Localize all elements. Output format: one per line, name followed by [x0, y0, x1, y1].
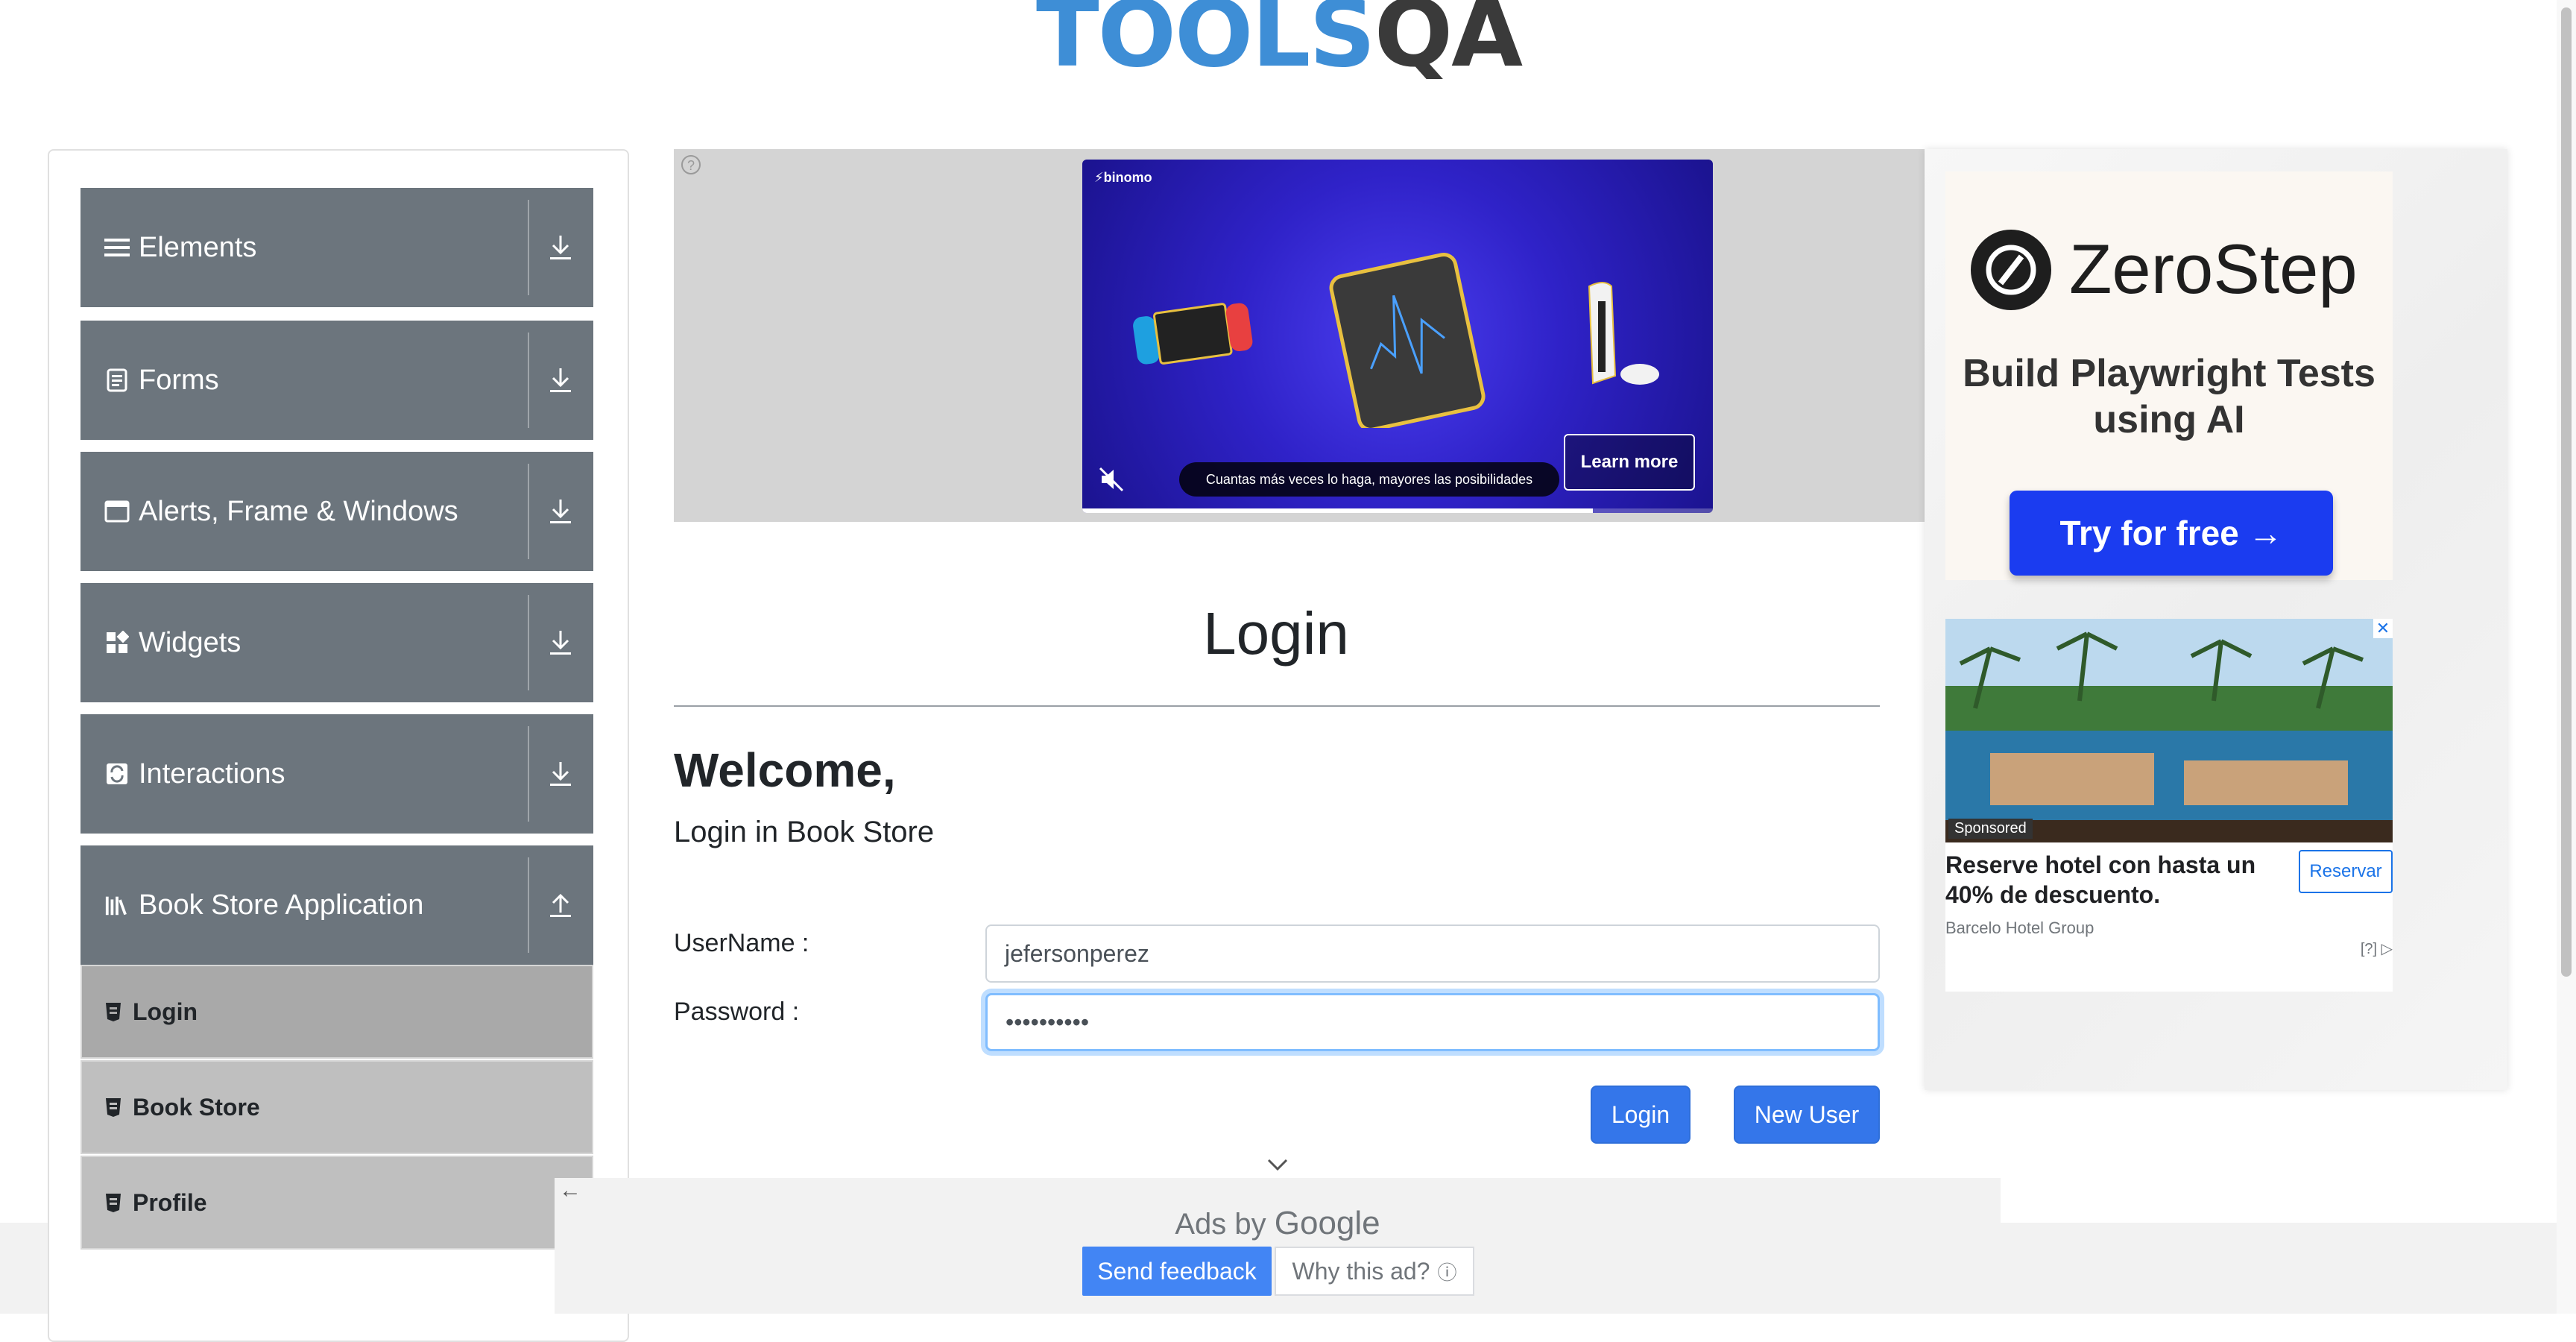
form-icon — [104, 368, 130, 393]
username-label: UserName : — [674, 929, 809, 957]
sidebar-item-label: Login — [133, 998, 198, 1025]
chevron-down-icon[interactable] — [1264, 1154, 1291, 1175]
login-subtitle: Login in Book Store — [674, 816, 935, 848]
sidebar-group-elements[interactable]: Elements — [80, 188, 593, 307]
bottom-ad-overlay: ← Ads by Google Send feedback Why this a… — [555, 1178, 2001, 1314]
download-icon[interactable] — [543, 625, 578, 661]
mute-icon[interactable] — [1097, 465, 1126, 494]
sidebar-item-label: Profile — [133, 1189, 207, 1216]
info-icon: ⓘ — [1437, 1261, 1457, 1284]
window-icon — [104, 499, 130, 524]
page-title: Login — [1203, 600, 1349, 667]
download-icon[interactable] — [543, 230, 578, 265]
title-divider — [674, 705, 1880, 707]
sidebar-group-label: Elements — [139, 232, 257, 263]
books-icon — [104, 892, 130, 918]
scrollbar-thumb[interactable] — [2561, 7, 2572, 977]
download-icon[interactable] — [543, 494, 578, 529]
sidebar-group-alerts[interactable]: Alerts, Frame & Windows — [80, 452, 593, 571]
right-ad-column[interactable]: ZeroStep Build Playwright Tests using AI… — [1925, 149, 2507, 1090]
sidebar-item-label: Book Store — [133, 1094, 260, 1121]
divider — [528, 333, 529, 428]
zerostep-ad[interactable]: ZeroStep Build Playwright Tests using AI… — [1945, 171, 2393, 580]
tablet-image — [1329, 252, 1486, 428]
html5-icon — [106, 1194, 121, 1212]
logo-qa-text: QA — [1374, 0, 1523, 88]
video-progress-fill — [1082, 508, 1594, 513]
username-input[interactable]: jefersonperez — [985, 924, 1880, 983]
learn-more-button[interactable]: Learn more — [1564, 434, 1695, 491]
download-icon[interactable] — [543, 756, 578, 792]
sidebar-group-label: Alerts, Frame & Windows — [139, 496, 458, 527]
password-value: •••••••••• — [1006, 1008, 1090, 1036]
try-for-free-button[interactable]: Try for free → — [2010, 491, 2333, 576]
widgets-icon — [104, 630, 130, 655]
google-logo-text: Google — [1274, 1205, 1380, 1241]
video-progress[interactable] — [1082, 508, 1713, 513]
new-user-button[interactable]: New User — [1734, 1086, 1880, 1144]
welcome-heading: Welcome, — [674, 743, 896, 797]
username-value: jefersonperez — [1005, 939, 1149, 967]
divider — [528, 857, 529, 953]
video-ad[interactable]: ⚡binomo Cuantas más veces lo haga, mayor… — [1082, 160, 1713, 513]
hotel-ad-title[interactable]: Reserve hotel con hasta un 40% de descue… — [1945, 850, 2273, 910]
login-button[interactable]: Login — [1591, 1086, 1690, 1144]
hotel-ad-brand[interactable]: Barcelo Hotel Group — [1945, 919, 2094, 938]
why-this-ad-button[interactable]: Why this ad? ⓘ — [1275, 1247, 1474, 1296]
ad-caption: Cuantas más veces lo haga, mayores las p… — [1179, 462, 1559, 497]
sponsored-badge: Sponsored — [1948, 819, 2033, 839]
ads-by-google: Ads by Google — [555, 1205, 2001, 1242]
divider — [528, 726, 529, 822]
divider — [528, 595, 529, 690]
html5-icon — [106, 1003, 121, 1021]
top-banner-ad[interactable]: ? ⚡binomo Cuantas más veces lo haga, may… — [674, 149, 1925, 522]
logo-tools-text: TOOLS — [1036, 0, 1376, 88]
collapse-arrow-icon[interactable]: ← — [558, 1178, 583, 1203]
download-icon[interactable] — [543, 362, 578, 398]
ad-info-icon[interactable]: ? — [681, 155, 701, 174]
sidebar-item-login[interactable]: Login — [80, 965, 593, 1059]
ads-by-text: Ads by — [1175, 1208, 1266, 1241]
ad-brand: ⚡binomo — [1094, 170, 1152, 185]
adchoices-icon[interactable]: [?] ▷ — [2361, 939, 2393, 958]
sidebar-group-interactions[interactable]: Interactions — [80, 714, 593, 834]
sidebar-group-label: Book Store Application — [139, 889, 424, 921]
upload-icon[interactable] — [543, 887, 578, 923]
divider — [528, 200, 529, 295]
why-this-ad-label: Why this ad? — [1292, 1257, 1430, 1285]
game-console-image — [1133, 303, 1253, 365]
interactions-icon — [104, 761, 130, 787]
reservar-button[interactable]: Reservar — [2299, 850, 2393, 893]
html5-icon — [106, 1098, 121, 1117]
close-icon[interactable]: ✕ — [2373, 619, 2393, 638]
hotel-image[interactable]: Sponsored ✕ — [1945, 619, 2393, 842]
password-label: Password : — [674, 998, 800, 1026]
sidebar-group-label: Forms — [139, 365, 219, 396]
send-feedback-button[interactable]: Send feedback — [1082, 1247, 1272, 1296]
zerostep-logo-icon — [1971, 230, 2051, 310]
list-icon — [104, 235, 130, 260]
sidebar-item-book-store[interactable]: Book Store — [80, 1060, 593, 1154]
sidebar-group-label: Interactions — [139, 758, 285, 790]
zerostep-name: ZeroStep — [2069, 230, 2358, 308]
zerostep-tagline: Build Playwright Tests using AI — [1963, 352, 2375, 442]
divider — [528, 464, 529, 559]
sidebar-group-forms[interactable]: Forms — [80, 321, 593, 440]
hotel-ad[interactable]: Sponsored ✕ Reserve hotel con hasta un 4… — [1945, 619, 2393, 992]
sidebar-group-bookstore[interactable]: Book Store Application — [80, 845, 593, 965]
password-input[interactable]: •••••••••• — [985, 993, 1880, 1051]
playstation-image — [1588, 282, 1659, 385]
sidebar-group-widgets[interactable]: Widgets — [80, 583, 593, 702]
site-logo[interactable]: TOOLSQA — [1036, 0, 1523, 98]
sidebar-group-label: Widgets — [139, 627, 242, 658]
sidebar-item-profile[interactable]: Profile — [80, 1156, 593, 1250]
